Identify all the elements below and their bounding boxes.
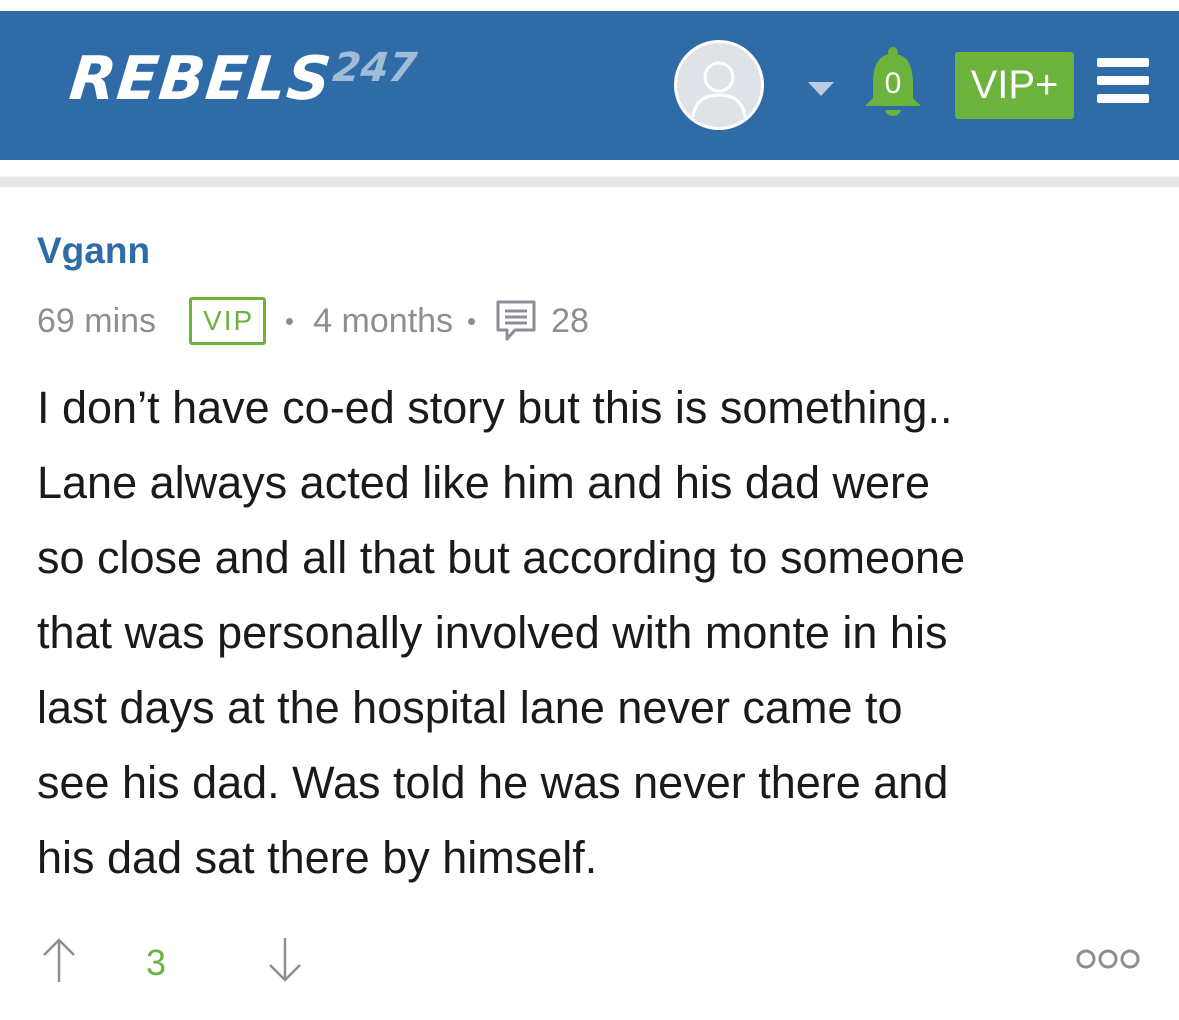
separator-dot xyxy=(468,317,476,325)
post-author[interactable]: Vgann xyxy=(37,228,150,274)
post-time: 69 mins xyxy=(37,301,157,340)
vote-score: 3 xyxy=(146,942,167,983)
post-body-line: that was personally involved with monte … xyxy=(37,607,948,658)
more-options-icon[interactable] xyxy=(1076,947,1140,971)
member-since: 4 months xyxy=(313,301,454,340)
arrow-up-icon[interactable] xyxy=(40,936,78,984)
post-body-line: his dad sat there by himself. xyxy=(37,832,598,883)
hamburger-menu-icon[interactable] xyxy=(1097,58,1149,104)
header-divider xyxy=(0,160,1179,188)
top-strip xyxy=(0,0,1179,11)
comment-icon xyxy=(495,299,537,343)
logo-number: 247 xyxy=(330,45,420,91)
vip-badge[interactable]: VIP xyxy=(189,297,267,345)
post-body-line: I don’t have co-ed story but this is som… xyxy=(37,382,953,433)
user-avatar-icon[interactable] xyxy=(674,40,764,130)
comment-count: 28 xyxy=(551,301,589,340)
post-body-line: so close and all that but according to s… xyxy=(37,532,966,583)
chevron-down-icon[interactable] xyxy=(806,79,836,99)
notification-count: 0 xyxy=(884,67,902,100)
post-body-line: last days at the hospital lane never cam… xyxy=(37,682,903,733)
arrow-down-icon[interactable] xyxy=(266,936,304,984)
post-meta: 69 mins VIP 4 months 28 xyxy=(37,294,589,348)
separator-dot xyxy=(286,317,294,325)
site-logo[interactable]: REBELS 247 xyxy=(66,44,420,114)
post-body-line: Lane always acted like him and his dad w… xyxy=(37,457,931,508)
vip-plus-button[interactable]: VIP+ xyxy=(955,52,1074,119)
post-body: I don’t have co-ed story but this is som… xyxy=(37,370,1157,895)
logo-wordmark: REBELS xyxy=(66,44,336,114)
post-body-line: see his dad. Was told he was never there… xyxy=(37,757,949,808)
